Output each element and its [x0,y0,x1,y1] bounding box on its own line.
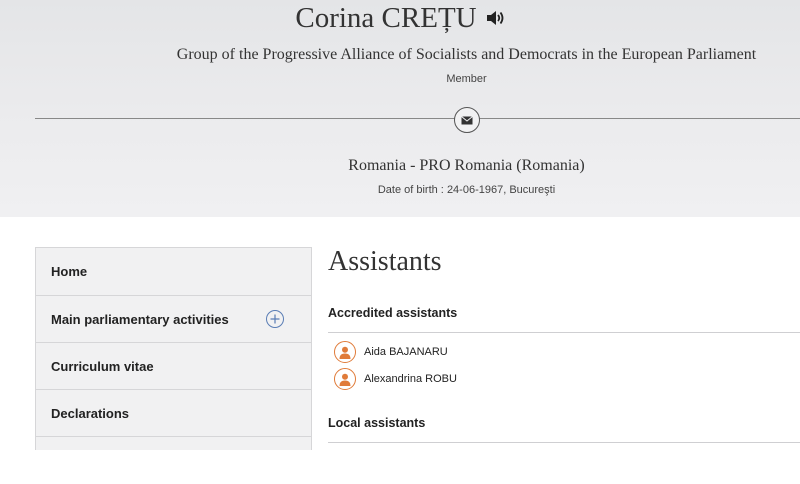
member-role: Member [446,73,487,85]
person-icon [334,341,356,363]
envelope-icon[interactable] [454,107,480,133]
speaker-icon[interactable] [485,9,505,27]
sidebar-item-next[interactable] [36,437,311,484]
section-divider [328,442,800,443]
mep-name: Corina CREȚU [295,2,477,34]
dob-label: Date of birth : [377,184,444,196]
sidebar-item-label: Main parliamentary activities [51,311,229,327]
date-of-birth: Date of birth : 24-06-1967, Bucureşti [0,184,800,196]
list-item[interactable]: Aida BAJANARU [334,341,448,363]
list-item[interactable]: Alexandrina ROBU [334,368,457,390]
page-title: Assistants [328,246,442,277]
sidebar-item-main-activities[interactable]: Main parliamentary activities [36,296,311,343]
assistant-name[interactable]: Aida BAJANARU [364,346,448,358]
person-icon [334,368,356,390]
country-party: Romania - PRO Romania (Romania) [348,157,585,174]
dob-value: 24-06-1967, Bucureşti [446,184,556,196]
local-assistants-heading: Local assistants [328,416,426,430]
profile-header: Corina CREȚU Group of the Progressive Al… [0,0,800,217]
political-group: Group of the Progressive Alliance of Soc… [176,46,757,63]
plus-circle-icon[interactable] [266,310,284,328]
accredited-assistants-heading: Accredited assistants [328,306,458,320]
header-divider [35,118,800,119]
sidebar-nav: Home Main parliamentary activities Curri… [35,247,312,450]
sidebar-item-cv[interactable]: Curriculum vitae [36,343,311,390]
sidebar-item-home[interactable]: Home [36,248,311,296]
sidebar-item-label: Curriculum vitae [51,358,154,374]
name-row: Corina CREȚU [0,0,800,36]
sidebar-item-declarations[interactable]: Declarations [36,390,311,437]
sidebar-item-label: Declarations [51,405,130,421]
section-divider [328,332,800,333]
sidebar-item-label: Home [51,264,88,279]
assistant-name[interactable]: Alexandrina ROBU [364,373,457,385]
